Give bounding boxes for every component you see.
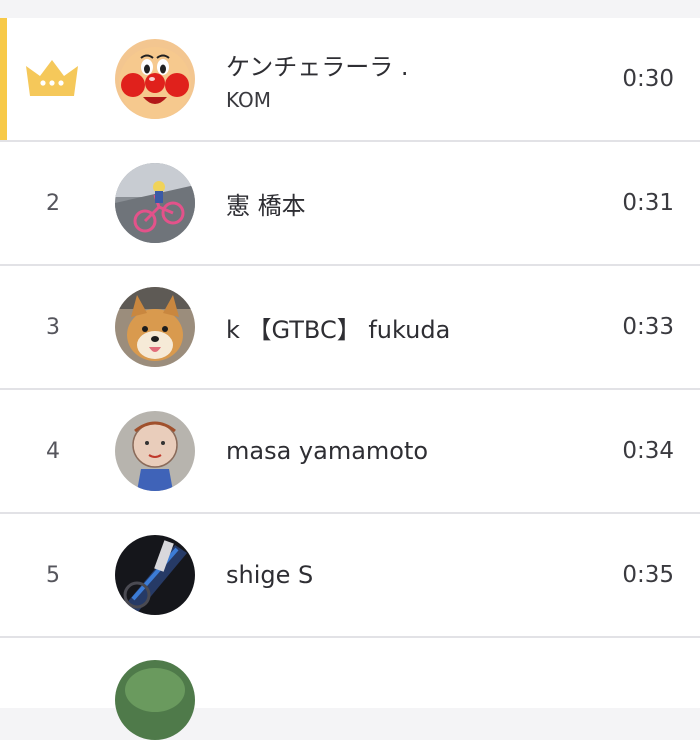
elapsed-time: 0:35 [622,562,674,588]
athlete-info: shige S [226,561,313,589]
shiba-dog-avatar [115,287,195,367]
anpanman-avatar [115,39,195,119]
elapsed-time: 0:31 [622,190,674,216]
elapsed-time: 0:33 [622,314,674,340]
elapsed-time: 0:34 [622,438,674,464]
bicycle-photo-avatar [115,163,195,243]
athlete-name[interactable]: k 【GTBC】 fukuda [226,310,450,345]
elapsed-time: 0:30 [622,66,674,92]
leaderboard-list: ケンチェラーラ . KOM 0:30 2 憲 橋本 0:31 3 k 【GTBC… [0,18,700,740]
rank-number: 5 [46,562,60,588]
avatar[interactable] [115,535,195,615]
avatar[interactable] [115,411,195,491]
crown-icon [26,60,78,96]
avatar[interactable] [115,163,195,243]
rank-number: 3 [46,314,60,340]
rank-number: 2 [46,190,60,216]
athlete-name[interactable]: ケンチェラーラ . [226,47,409,82]
leaderboard-row-5[interactable]: 5 shige S 0:35 [0,514,700,638]
athlete-info: masa yamamoto [226,437,428,465]
athlete-name[interactable]: 憲 橋本 [226,186,306,221]
avatar[interactable] [115,39,195,119]
avatar[interactable] [115,660,195,740]
leaderboard-row-2[interactable]: 2 憲 橋本 0:31 [0,142,700,266]
leaderboard-row-4[interactable]: 4 masa yamamoto 0:34 [0,390,700,514]
athlete-name[interactable]: shige S [226,561,313,589]
partial-avatar [115,660,195,740]
leaderboard-row-1[interactable]: ケンチェラーラ . KOM 0:30 [0,18,700,142]
drawing-avatar [115,411,195,491]
kom-label: KOM [226,87,272,112]
bike-frame-avatar [115,535,195,615]
leaderboard-row-3[interactable]: 3 k 【GTBC】 fukuda 0:33 [0,266,700,390]
leaderboard-row-6[interactable] [0,638,700,740]
athlete-name[interactable]: masa yamamoto [226,437,428,465]
athlete-info: k 【GTBC】 fukuda [226,310,450,345]
athlete-info: ケンチェラーラ . KOM [226,47,409,112]
avatar[interactable] [115,287,195,367]
rank-number: 4 [46,438,60,464]
athlete-info: 憲 橋本 [226,186,306,221]
